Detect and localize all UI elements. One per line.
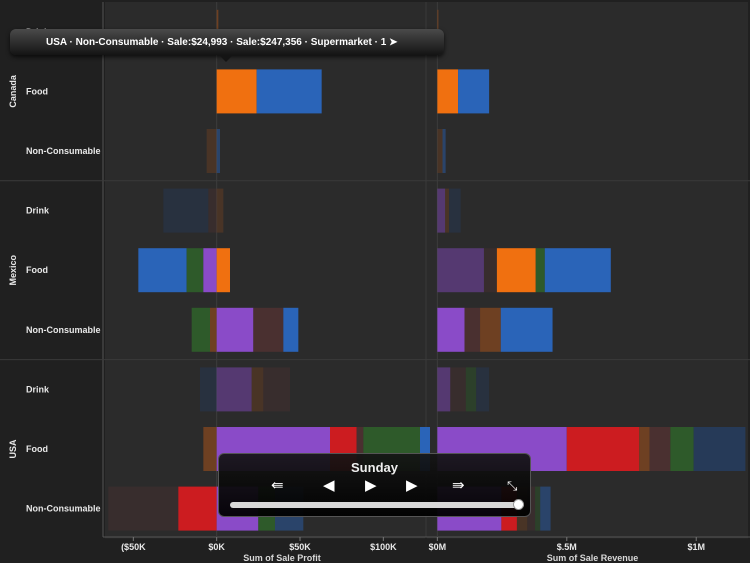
profit-bar-segment [210, 307, 217, 352]
profit-bar-segment [138, 248, 187, 293]
profit-bar-segment [203, 427, 217, 471]
axis-title: Sum of Sale Profit [243, 553, 321, 563]
tick-label: $50K [289, 542, 311, 552]
profit-bar-segment [256, 69, 322, 114]
profit-bar-segment [216, 248, 230, 293]
revenue-bar-segment [437, 129, 443, 173]
profit-bar-segment [186, 248, 204, 293]
tick-label: $0K [208, 542, 225, 552]
revenue-bar-segment [437, 367, 451, 412]
profit-bar-segment [216, 69, 257, 114]
revenue-bar-segment [445, 188, 450, 233]
category-label: Food [26, 444, 48, 454]
revenue-bar-segment [437, 69, 459, 114]
revenue-bar-segment [442, 129, 446, 173]
tick-label: ($50K [121, 542, 146, 552]
data-tooltip: USA · Non-Consumable · Sale:$24,993 · Sa… [10, 29, 444, 55]
revenue-bar-segment [437, 307, 465, 352]
profit-bar-segment [108, 486, 179, 531]
axis-title: Sum of Sale Revenue [547, 553, 639, 563]
profit-bar-segment [206, 129, 217, 173]
tooltip-text: USA · Non-Consumable · Sale:$24,993 · Sa… [46, 36, 398, 48]
revenue-bar-segment [639, 427, 650, 471]
profit-bar-segment [203, 248, 217, 293]
revenue-bar-segment [670, 427, 694, 471]
next-page-button[interactable]: ▶ [406, 478, 418, 494]
revenue-bar-segment [437, 188, 446, 233]
profit-bar-segment [251, 367, 264, 412]
play-button[interactable]: ▶ [365, 478, 377, 494]
revenue-bar-segment [483, 248, 497, 293]
profit-bar-segment [216, 129, 220, 173]
profit-bar-segment [163, 188, 209, 233]
tick-label: $100K [370, 542, 397, 552]
country-label: Canada [8, 74, 18, 108]
country-label: USA [8, 439, 18, 459]
tick-label: $0M [429, 542, 447, 552]
profit-bar-segment [216, 188, 224, 233]
previous-page-button[interactable]: ◀ [323, 478, 335, 494]
category-label: Food [26, 86, 48, 96]
revenue-bar-segment [693, 427, 746, 471]
revenue-bar-segment [535, 486, 541, 531]
profit-bar-segment [178, 486, 217, 531]
profit-bar-segment [263, 367, 290, 412]
revenue-bar-segment [465, 367, 477, 412]
page-player: Sunday ⇚ ◀ ▶ ▶ ⇛ ⤡ [218, 453, 531, 517]
revenue-bar-segment [437, 248, 484, 293]
tick-label: $.5M [557, 542, 577, 552]
profit-bar-segment [216, 367, 252, 412]
revenue-bar-segment [566, 427, 640, 471]
revenue-bar-segment [544, 248, 611, 293]
revenue-bar-segment [449, 188, 461, 233]
slider-handle[interactable] [513, 499, 524, 510]
revenue-bar-segment [500, 307, 553, 352]
revenue-bar-segment [535, 248, 545, 293]
profit-bar-segment [283, 307, 299, 352]
category-label: Drink [26, 384, 50, 394]
revenue-bar-segment [649, 427, 671, 471]
revenue-bar-segment [476, 367, 490, 412]
profit-bar-segment [253, 307, 284, 352]
revenue-bar-segment [450, 367, 466, 412]
category-label: Non-Consumable [26, 504, 101, 514]
revenue-bar-segment [540, 486, 551, 531]
country-label: Mexico [8, 254, 18, 285]
revenue-bar-segment [480, 307, 501, 352]
profit-bar-segment [216, 307, 254, 352]
category-label: Drink [26, 206, 50, 216]
last-page-button[interactable]: ⇛ [452, 478, 465, 494]
tick-label: $1M [687, 542, 705, 552]
tooltip-pointer [219, 55, 233, 62]
first-page-button[interactable]: ⇚ [271, 478, 284, 494]
revenue-bar-segment [464, 307, 481, 352]
profit-bar-segment [191, 307, 210, 352]
player-title: Sunday [351, 460, 398, 475]
category-label: Non-Consumable [26, 146, 101, 156]
category-label: Food [26, 265, 48, 275]
collapse-icon[interactable]: ⤡ [507, 478, 517, 494]
revenue-bar-segment [458, 69, 490, 114]
category-label: Non-Consumable [26, 325, 101, 335]
revenue-bar-segment [496, 248, 536, 293]
profit-bar-segment [200, 367, 217, 412]
page-slider[interactable] [230, 499, 524, 510]
profit-bar-segment [208, 188, 217, 233]
